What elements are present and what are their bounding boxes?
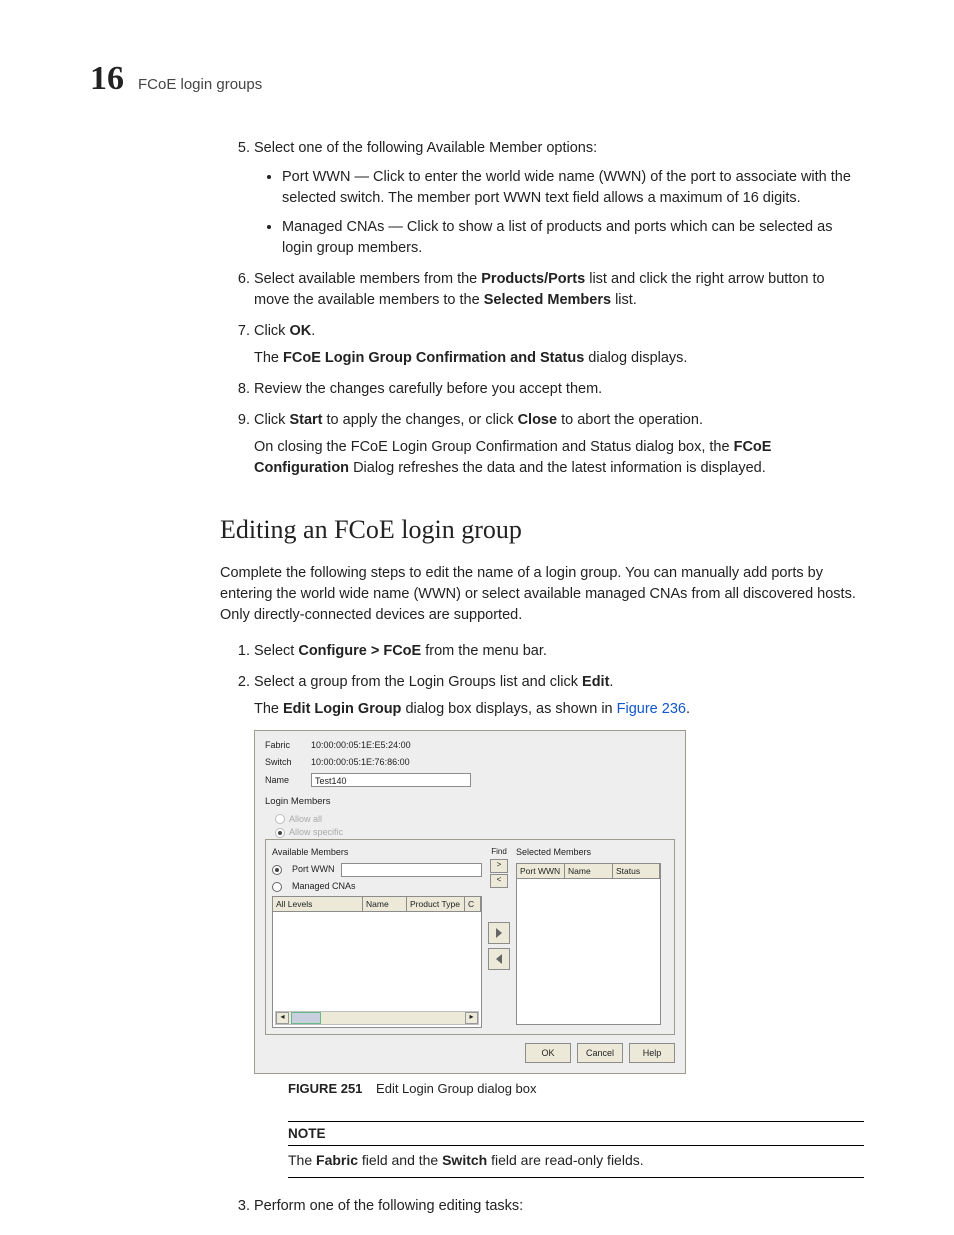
step-9-text: Click Start to apply the changes, or cli… [254, 412, 703, 428]
figure-caption: FIGURE 251 Edit Login Group dialog box [288, 1080, 864, 1099]
step-7: Click OK. The FCoE Login Group Confirmat… [254, 321, 864, 369]
step-b1-text: Select Configure > FCoE from the menu ba… [254, 643, 547, 659]
step-8-text: Review the changes carefully before you … [254, 381, 602, 397]
selected-members-label: Selected Members [516, 846, 661, 859]
step-b2: Select a group from the Login Groups lis… [254, 672, 864, 1178]
step-b2-result: The Edit Login Group dialog box displays… [254, 699, 864, 720]
available-list[interactable]: All Levels Name Product Type C ◂ ▸ [272, 896, 482, 1028]
note-heading: NOTE [288, 1121, 864, 1147]
port-wwn-radio[interactable] [272, 865, 282, 875]
step-9-result: On closing the FCoE Login Group Confirma… [254, 437, 864, 479]
allow-specific-label: Allow specific [289, 827, 343, 837]
find-next-button[interactable]: > [490, 859, 508, 873]
step-b1: Select Configure > FCoE from the menu ba… [254, 641, 864, 662]
ok-button[interactable]: OK [525, 1043, 571, 1063]
step-b3-text: Perform one of the following editing tas… [254, 1198, 523, 1214]
allow-all-radio [275, 814, 285, 824]
page-body: Select one of the following Available Me… [220, 138, 864, 1217]
scroll-thumb[interactable] [291, 1012, 321, 1024]
allow-all-label: Allow all [289, 814, 322, 824]
port-wwn-label: Port WWN [292, 863, 335, 876]
step-5-text: Select one of the following Available Me… [254, 140, 597, 156]
col-name[interactable]: Name [363, 897, 407, 911]
find-label: Find [488, 846, 510, 858]
step-6-text: Select available members from the Produc… [254, 271, 825, 308]
section-intro: Complete the following steps to edit the… [220, 563, 864, 626]
scroll-left-icon[interactable]: ◂ [276, 1012, 289, 1024]
name-input[interactable]: Test140 [311, 773, 471, 787]
allow-specific-radio [275, 828, 285, 838]
procedure-b: Select Configure > FCoE from the menu ba… [230, 641, 864, 1217]
step-b3: Perform one of the following editing tas… [254, 1196, 864, 1217]
edit-login-group-dialog: Fabric 10:00:00:05:1E:E5:24:00 Switch 10… [254, 730, 686, 1074]
login-members-label: Login Members [265, 795, 675, 809]
step-6: Select available members from the Produc… [254, 269, 864, 311]
step-5-options: Port WWN — Click to enter the world wide… [258, 167, 864, 259]
note-body: The Fabric field and the Switch field ar… [288, 1146, 864, 1177]
col-c[interactable]: C [465, 897, 481, 911]
section-heading: Editing an FCoE login group [220, 511, 864, 549]
chevron-right-icon [494, 928, 504, 938]
managed-cnas-label: Managed CNAs [292, 880, 356, 893]
find-prev-button[interactable]: < [490, 874, 508, 888]
sel-col-portwwn[interactable]: Port WWN [517, 864, 565, 878]
step-7-text: Click OK. [254, 323, 315, 339]
selected-list[interactable]: Port WWN Name Status [516, 863, 661, 1025]
fabric-field: 10:00:00:05:1E:E5:24:00 [311, 739, 411, 752]
step-b2-text: Select a group from the Login Groups lis… [254, 674, 613, 690]
figure-caption-text: Edit Login Group dialog box [376, 1081, 536, 1096]
switch-label: Switch [265, 756, 305, 769]
members-box: Available Members Port WWN Managed CNAs [265, 839, 675, 1035]
name-label: Name [265, 774, 305, 787]
managed-cnas-radio[interactable] [272, 882, 282, 892]
chevron-left-icon [494, 954, 504, 964]
note-block: NOTE The Fabric field and the Switch fie… [288, 1121, 864, 1178]
step-7-result: The FCoE Login Group Confirmation and St… [254, 348, 864, 369]
move-right-button[interactable] [488, 922, 510, 944]
chapter-number: 16 [90, 60, 124, 98]
sel-col-name[interactable]: Name [565, 864, 613, 878]
step-9: Click Start to apply the changes, or cli… [254, 410, 864, 479]
sel-col-status[interactable]: Status [613, 864, 660, 878]
fabric-label: Fabric [265, 739, 305, 752]
running-title: FCoE login groups [138, 76, 262, 93]
running-header: 16 FCoE login groups [90, 60, 864, 98]
port-wwn-input[interactable] [341, 863, 483, 877]
step-5: Select one of the following Available Me… [254, 138, 864, 259]
option-port-wwn-text: Port WWN — Click to enter the world wide… [282, 169, 851, 206]
switch-field: 10:00:00:05:1E:76:86:00 [311, 756, 410, 769]
col-all-levels[interactable]: All Levels [273, 897, 363, 911]
scroll-right-icon[interactable]: ▸ [465, 1012, 478, 1024]
help-button[interactable]: Help [629, 1043, 675, 1063]
step-8: Review the changes carefully before you … [254, 379, 864, 400]
option-managed-cnas: Managed CNAs — Click to show a list of p… [282, 217, 864, 259]
option-managed-cnas-text: Managed CNAs — Click to show a list of p… [282, 219, 832, 256]
figure-caption-lead: FIGURE 251 [288, 1081, 362, 1096]
option-port-wwn: Port WWN — Click to enter the world wide… [282, 167, 864, 209]
available-members-label: Available Members [272, 846, 482, 859]
cancel-button[interactable]: Cancel [577, 1043, 623, 1063]
h-scrollbar[interactable]: ◂ ▸ [275, 1011, 479, 1025]
col-product-type[interactable]: Product Type [407, 897, 465, 911]
procedure-a: Select one of the following Available Me… [230, 138, 864, 479]
move-left-button[interactable] [488, 948, 510, 970]
figure-link[interactable]: Figure 236 [617, 701, 686, 717]
